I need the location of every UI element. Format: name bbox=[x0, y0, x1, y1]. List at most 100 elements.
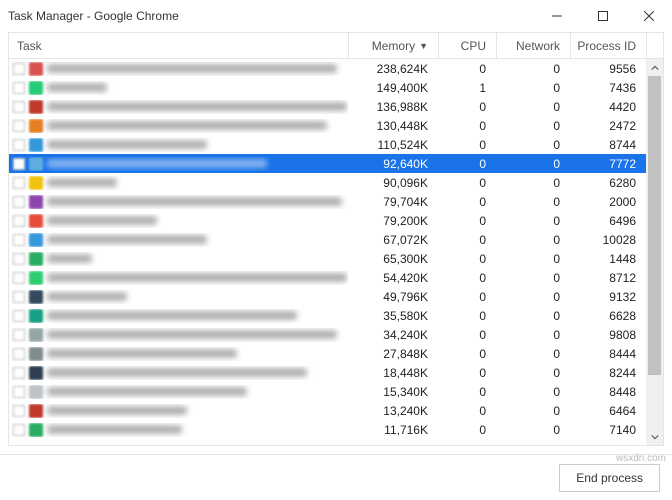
table-row[interactable]: 79,200K006496 bbox=[9, 211, 646, 230]
table-row[interactable]: 67,072K0010028 bbox=[9, 230, 646, 249]
table-row[interactable]: 110,524K008744 bbox=[9, 135, 646, 154]
titlebar: Task Manager - Google Chrome bbox=[0, 0, 672, 32]
cell-memory: 67,072K bbox=[348, 233, 438, 247]
cell-network: 0 bbox=[496, 347, 570, 361]
cell-pid: 9556 bbox=[570, 62, 646, 76]
cell-pid: 9808 bbox=[570, 328, 646, 342]
cell-cpu: 0 bbox=[438, 252, 496, 266]
end-process-button[interactable]: End process bbox=[559, 464, 660, 492]
cell-cpu: 0 bbox=[438, 214, 496, 228]
process-icon bbox=[29, 252, 43, 266]
column-header-pid[interactable]: Process ID bbox=[570, 33, 646, 58]
table-row[interactable]: 79,704K002000 bbox=[9, 192, 646, 211]
row-expand-icon bbox=[13, 405, 25, 417]
table-row[interactable]: 13,240K006464 bbox=[9, 401, 646, 420]
cell-pid: 6464 bbox=[570, 404, 646, 418]
table-row[interactable]: 15,340K008448 bbox=[9, 382, 646, 401]
row-expand-icon bbox=[13, 329, 25, 341]
cell-pid: 2000 bbox=[570, 195, 646, 209]
cell-memory: 49,796K bbox=[348, 290, 438, 304]
table-row[interactable]: 92,640K007772 bbox=[9, 154, 646, 173]
cell-cpu: 0 bbox=[438, 290, 496, 304]
process-icon bbox=[29, 214, 43, 228]
process-name bbox=[47, 292, 127, 301]
cell-cpu: 0 bbox=[438, 62, 496, 76]
cell-cpu: 0 bbox=[438, 119, 496, 133]
cell-cpu: 0 bbox=[438, 176, 496, 190]
cell-pid: 7772 bbox=[570, 157, 646, 171]
cell-pid: 1448 bbox=[570, 252, 646, 266]
cell-network: 0 bbox=[496, 119, 570, 133]
table-row[interactable]: 54,420K008712 bbox=[9, 268, 646, 287]
cell-memory: 79,200K bbox=[348, 214, 438, 228]
row-expand-icon bbox=[13, 272, 25, 284]
window-controls bbox=[534, 0, 672, 32]
table-row[interactable]: 27,848K008444 bbox=[9, 344, 646, 363]
cell-network: 0 bbox=[496, 138, 570, 152]
cell-memory: 90,096K bbox=[348, 176, 438, 190]
scroll-thumb[interactable] bbox=[648, 76, 661, 375]
cell-pid: 9132 bbox=[570, 290, 646, 304]
cell-pid: 8244 bbox=[570, 366, 646, 380]
process-name bbox=[47, 178, 117, 187]
minimize-button[interactable] bbox=[534, 0, 580, 32]
table-row[interactable]: 149,400K107436 bbox=[9, 78, 646, 97]
cell-network: 0 bbox=[496, 233, 570, 247]
table-row[interactable]: 18,448K008244 bbox=[9, 363, 646, 382]
cell-pid: 7436 bbox=[570, 81, 646, 95]
cell-cpu: 0 bbox=[438, 271, 496, 285]
cell-memory: 79,704K bbox=[348, 195, 438, 209]
window-title: Task Manager - Google Chrome bbox=[8, 9, 179, 23]
cell-network: 0 bbox=[496, 271, 570, 285]
row-expand-icon bbox=[13, 158, 25, 170]
cell-memory: 34,240K bbox=[348, 328, 438, 342]
column-header-task[interactable]: Task bbox=[9, 39, 348, 53]
scroll-up-button[interactable] bbox=[646, 59, 663, 76]
cell-pid: 6280 bbox=[570, 176, 646, 190]
table-row[interactable]: 136,988K004420 bbox=[9, 97, 646, 116]
cell-network: 0 bbox=[496, 157, 570, 171]
cell-network: 0 bbox=[496, 214, 570, 228]
cell-cpu: 0 bbox=[438, 100, 496, 114]
table-row[interactable]: 35,580K006628 bbox=[9, 306, 646, 325]
cell-pid: 6628 bbox=[570, 309, 646, 323]
cell-cpu: 0 bbox=[438, 385, 496, 399]
process-name bbox=[47, 197, 342, 206]
row-expand-icon bbox=[13, 386, 25, 398]
cell-cpu: 0 bbox=[438, 347, 496, 361]
scroll-track[interactable] bbox=[646, 76, 663, 428]
column-header-memory[interactable]: Memory ▼ bbox=[348, 33, 438, 58]
process-icon bbox=[29, 328, 43, 342]
table-row[interactable]: 65,300K001448 bbox=[9, 249, 646, 268]
cell-network: 0 bbox=[496, 423, 570, 437]
process-name bbox=[47, 349, 237, 358]
row-expand-icon bbox=[13, 234, 25, 246]
cell-memory: 65,300K bbox=[348, 252, 438, 266]
row-expand-icon bbox=[13, 348, 25, 360]
table-row[interactable]: 238,624K009556 bbox=[9, 59, 646, 78]
cell-network: 0 bbox=[496, 252, 570, 266]
process-icon bbox=[29, 309, 43, 323]
cell-cpu: 1 bbox=[438, 81, 496, 95]
maximize-button[interactable] bbox=[580, 0, 626, 32]
row-expand-icon bbox=[13, 367, 25, 379]
close-button[interactable] bbox=[626, 0, 672, 32]
table-row[interactable]: 49,796K009132 bbox=[9, 287, 646, 306]
cell-cpu: 0 bbox=[438, 195, 496, 209]
row-expand-icon bbox=[13, 253, 25, 265]
process-name bbox=[47, 387, 247, 396]
process-name bbox=[47, 140, 207, 149]
sort-desc-icon: ▼ bbox=[419, 41, 428, 51]
table-row[interactable]: 90,096K006280 bbox=[9, 173, 646, 192]
column-header-network[interactable]: Network bbox=[496, 33, 570, 58]
table-row[interactable]: 130,448K002472 bbox=[9, 116, 646, 135]
vertical-scrollbar[interactable] bbox=[646, 59, 663, 445]
scroll-down-button[interactable] bbox=[646, 428, 663, 445]
process-name bbox=[47, 235, 207, 244]
header-scroll-gutter bbox=[646, 33, 663, 58]
table-row[interactable]: 34,240K009808 bbox=[9, 325, 646, 344]
process-icon bbox=[29, 176, 43, 190]
column-header-cpu[interactable]: CPU bbox=[438, 33, 496, 58]
cell-cpu: 0 bbox=[438, 157, 496, 171]
table-row[interactable]: 11,716K007140 bbox=[9, 420, 646, 439]
